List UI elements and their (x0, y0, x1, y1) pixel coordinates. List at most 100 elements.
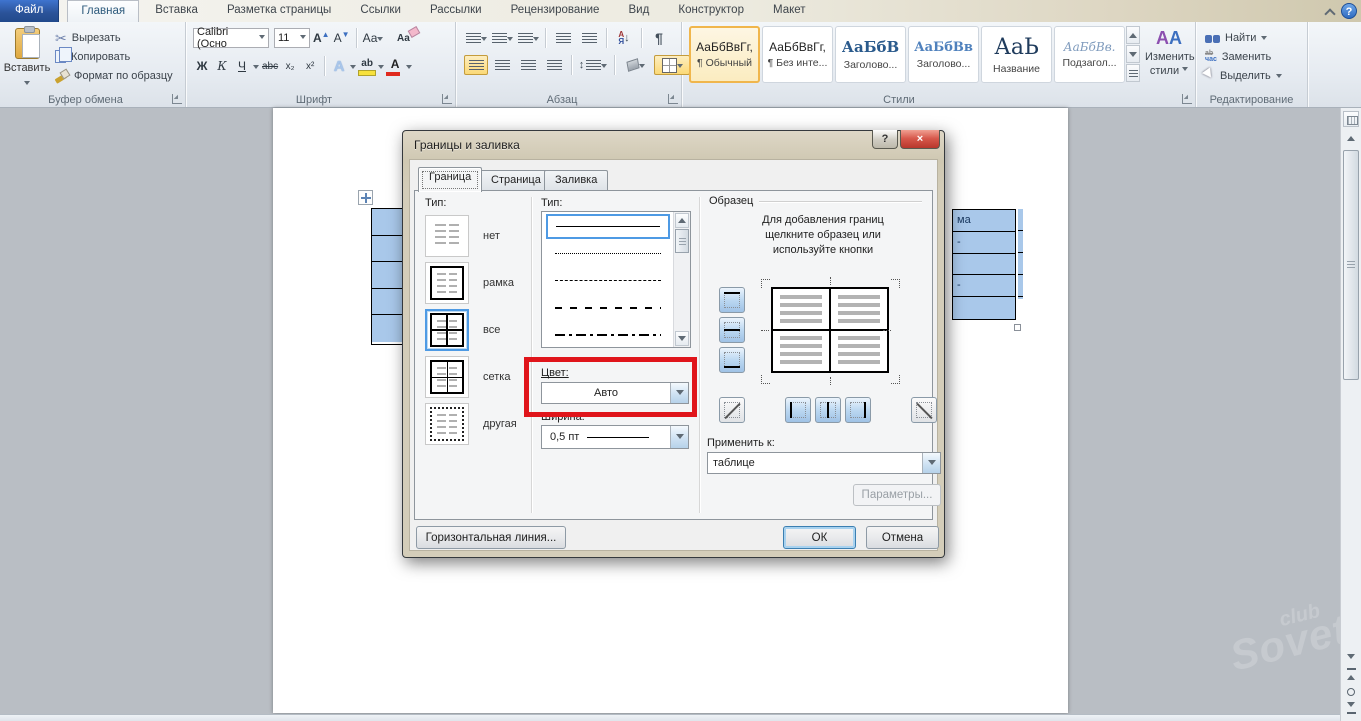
strikethrough-button[interactable]: abc (261, 56, 279, 76)
shading-button[interactable] (620, 55, 652, 75)
table-cell[interactable] (372, 315, 403, 342)
width-combo[interactable]: 0,5 пт (541, 425, 689, 449)
diagonal-up-border-toggle[interactable] (911, 397, 937, 423)
table-cell[interactable] (372, 209, 403, 236)
border-type-box[interactable]: рамка (425, 262, 514, 304)
tab-mailings[interactable]: Рассылки (417, 0, 495, 22)
align-center-button[interactable] (490, 55, 514, 75)
styles-dialog-launcher-icon[interactable] (1182, 94, 1192, 104)
table-cell[interactable]: ма (953, 210, 1015, 232)
find-button[interactable]: Найти (1202, 28, 1285, 47)
font-name-combo[interactable]: Calibri (Осно (193, 28, 269, 48)
sort-button[interactable]: АЯ ↓ (612, 28, 636, 48)
dialog-close-button[interactable]: × (900, 130, 940, 149)
line-spacing-button[interactable]: ↕ (577, 55, 609, 75)
scrollbar-up-button[interactable] (1343, 130, 1359, 146)
text-effects-button[interactable]: А (330, 56, 348, 76)
table-cell[interactable] (372, 262, 403, 289)
italic-button[interactable]: К (213, 56, 231, 76)
table-cell[interactable]: - (953, 232, 1015, 254)
highlight-button[interactable]: ab (358, 56, 376, 76)
line-style-dash-dot[interactable] (546, 322, 670, 347)
tab-home[interactable]: Главная (67, 0, 139, 22)
tab-page-border[interactable]: Страница (480, 170, 552, 191)
shrink-font-button[interactable]: А▼ (333, 28, 351, 48)
diagonal-down-border-toggle[interactable] (719, 397, 745, 423)
table-cell[interactable] (953, 254, 1015, 276)
tab-shading[interactable]: Заливка (544, 170, 608, 191)
border-preview[interactable] (771, 287, 889, 373)
border-type-custom[interactable]: другая (425, 403, 517, 445)
ok-button[interactable]: ОК (783, 526, 856, 549)
top-border-toggle[interactable] (719, 287, 745, 313)
underline-button[interactable]: Ч (233, 56, 251, 76)
format-painter-button[interactable]: Формат по образцу (52, 66, 176, 85)
scrollbar-down-button[interactable] (1343, 648, 1359, 664)
border-type-grid[interactable]: сетка (425, 356, 510, 398)
multilevel-list-button[interactable] (516, 28, 540, 48)
change-case-button[interactable]: Аа (362, 28, 385, 48)
right-border-toggle[interactable] (845, 397, 871, 423)
browse-previous-button[interactable] (1343, 666, 1359, 682)
apply-to-combo[interactable]: таблице (707, 452, 941, 474)
styles-expand-button[interactable] (1126, 64, 1140, 82)
tab-layout[interactable]: Макет (760, 0, 819, 22)
align-right-button[interactable] (516, 55, 540, 75)
border-type-none[interactable]: нет (425, 215, 500, 257)
increase-indent-button[interactable] (577, 28, 601, 48)
styles-scroll-up-button[interactable] (1126, 26, 1140, 44)
table-cell[interactable] (372, 289, 403, 316)
text-effects-caret-icon[interactable] (350, 65, 356, 72)
style-no-spacing[interactable]: АаБбВвГг, ¶ Без инте... (762, 26, 833, 83)
table-fragment-left[interactable] (371, 208, 403, 345)
numbering-button[interactable] (490, 28, 514, 48)
font-size-combo[interactable]: 11 (274, 28, 310, 48)
tab-insert[interactable]: Вставка (142, 0, 211, 22)
clipboard-dialog-launcher-icon[interactable] (172, 94, 182, 104)
line-style-dash-wide[interactable] (546, 295, 670, 320)
line-style-solid[interactable] (546, 214, 670, 239)
style-heading1[interactable]: АаБбВ Заголово... (835, 26, 906, 83)
font-dialog-launcher-icon[interactable] (442, 94, 452, 104)
styles-scroll-down-button[interactable] (1126, 45, 1140, 63)
scrollbar-thumb[interactable] (1343, 150, 1359, 380)
font-color-caret-icon[interactable] (406, 65, 412, 72)
style-normal[interactable]: АаБбВвГг, ¶ Обычный (689, 26, 760, 83)
list-scrollbar-thumb[interactable] (675, 229, 689, 253)
list-scroll-up-button[interactable] (675, 213, 689, 228)
left-border-toggle[interactable] (785, 397, 811, 423)
change-styles-button[interactable]: АA Изменить стили (1145, 28, 1193, 77)
browse-next-button[interactable] (1343, 700, 1359, 716)
bottom-border-toggle[interactable] (719, 347, 745, 373)
replace-button[interactable]: abчас Заменить (1202, 47, 1285, 66)
cancel-button[interactable]: Отмена (866, 526, 939, 549)
help-button[interactable]: ? (1341, 3, 1357, 19)
tab-file[interactable]: Файл (0, 0, 59, 22)
clear-formatting-button[interactable]: Аа (394, 28, 412, 48)
tab-page-layout[interactable]: Разметка страницы (214, 0, 344, 22)
underline-caret-icon[interactable] (253, 65, 259, 72)
line-style-scrollbar[interactable] (673, 212, 690, 347)
line-style-dashed[interactable] (546, 268, 670, 293)
inside-vertical-border-toggle[interactable] (815, 397, 841, 423)
tab-review[interactable]: Рецензирование (498, 0, 613, 22)
paragraph-dialog-launcher-icon[interactable] (668, 94, 678, 104)
table-cell[interactable]: - (953, 275, 1015, 297)
select-button[interactable]: Выделить (1202, 66, 1285, 85)
show-marks-button[interactable]: ¶ (647, 28, 671, 48)
inside-horizontal-border-toggle[interactable] (719, 317, 745, 343)
paste-button[interactable]: Вставить (5, 26, 49, 102)
tab-view[interactable]: Вид (616, 0, 663, 22)
minimize-ribbon-icon[interactable] (1325, 7, 1334, 16)
style-title[interactable]: АаЬ Название (981, 26, 1052, 83)
line-style-dotted[interactable] (546, 241, 670, 266)
tab-border[interactable]: Граница (418, 167, 482, 192)
table-cell[interactable] (953, 297, 1015, 319)
cut-button[interactable]: ✂ Вырезать (52, 28, 176, 47)
width-dropdown-button[interactable] (670, 426, 688, 448)
justify-button[interactable] (542, 55, 566, 75)
subscript-button[interactable]: x₂ (281, 56, 299, 76)
line-style-list[interactable] (541, 211, 691, 348)
font-color-button[interactable]: А (386, 56, 404, 76)
style-subtitle[interactable]: АаБбВв. Подзагол... (1054, 26, 1125, 83)
